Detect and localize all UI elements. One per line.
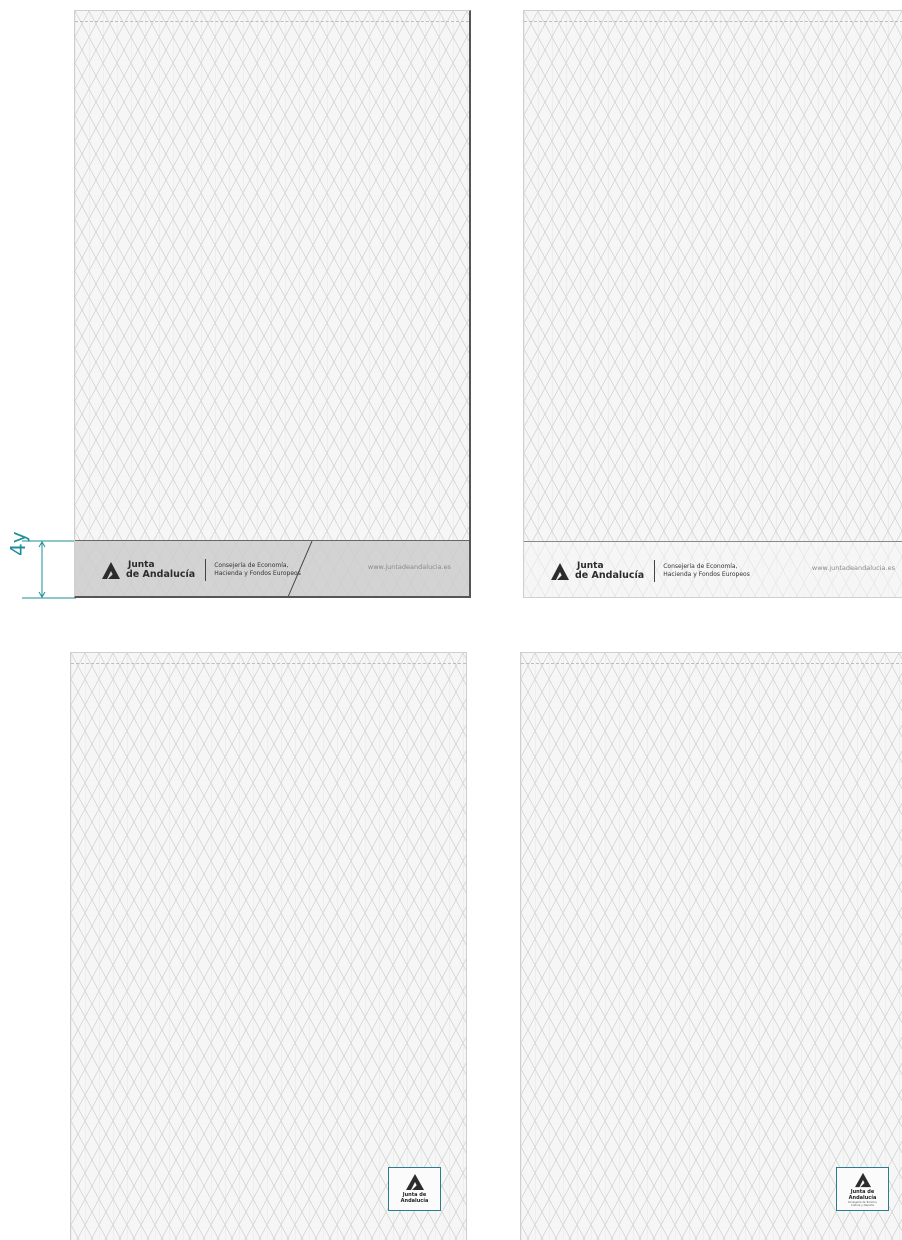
top-guide-line xyxy=(524,21,902,22)
top-guide-line xyxy=(75,21,469,22)
department-name: Consejería de Economía, Hacienda y Fondo… xyxy=(214,562,301,578)
footer-band: Junta de Andalucía Consejería de Economí… xyxy=(524,541,902,597)
junta-a-icon xyxy=(102,562,120,579)
brand-name: Junta de Andalucía xyxy=(575,561,644,581)
square-logo-name: Junta de Andalucía xyxy=(848,1189,877,1201)
brand-logo: Junta de Andalucía Consejería de Economí… xyxy=(550,558,750,584)
top-guide-line xyxy=(71,663,466,664)
website-url: www.juntadeandalucia.es xyxy=(811,564,895,572)
junta-a-icon xyxy=(854,1172,871,1188)
square-logo-sub-line2: Cultura y Deporte xyxy=(850,1204,875,1208)
dimension-label: 4y xyxy=(6,531,30,556)
brand-line2: de Andalucía xyxy=(575,570,645,581)
department-line1: Consejería de Economía, xyxy=(214,562,289,569)
department-line2: Hacienda y Fondos Europeos xyxy=(663,571,750,578)
brand-separator xyxy=(654,560,656,582)
footer-band: Junta de Andalucía Consejería de Economí… xyxy=(75,540,469,596)
junta-a-icon xyxy=(551,563,569,580)
square-logo-name: Junta de Andalucía xyxy=(400,1192,429,1204)
brand-separator xyxy=(205,559,207,581)
brand-name: Junta de Andalucía xyxy=(126,560,195,580)
department-line1: Consejería de Economía, xyxy=(663,563,738,570)
top-guide-line xyxy=(521,663,902,664)
page-square-logo-department: Junta de Andalucía Consejería de Turismo… xyxy=(520,652,902,1240)
page-square-logo-simple: Junta de Andalucía xyxy=(70,652,467,1240)
brand-line2: de Andalucía xyxy=(126,569,196,580)
letterhead-page-footer-light: Junta de Andalucía Consejería de Economí… xyxy=(523,10,902,598)
square-logo: Junta de Andalucía Consejería de Turismo… xyxy=(836,1167,889,1211)
letterhead-page-footer-grey: Junta de Andalucía Consejería de Economí… xyxy=(74,10,471,598)
square-logo: Junta de Andalucía xyxy=(388,1167,441,1211)
website-url: www.juntadeandalucia.es xyxy=(367,563,451,571)
department-name: Consejería de Economía, Hacienda y Fondo… xyxy=(663,563,750,579)
brand-logo: Junta de Andalucía Consejería de Economí… xyxy=(101,557,301,583)
department-line2: Hacienda y Fondos Europeos xyxy=(214,570,301,577)
junta-a-icon xyxy=(405,1174,424,1190)
